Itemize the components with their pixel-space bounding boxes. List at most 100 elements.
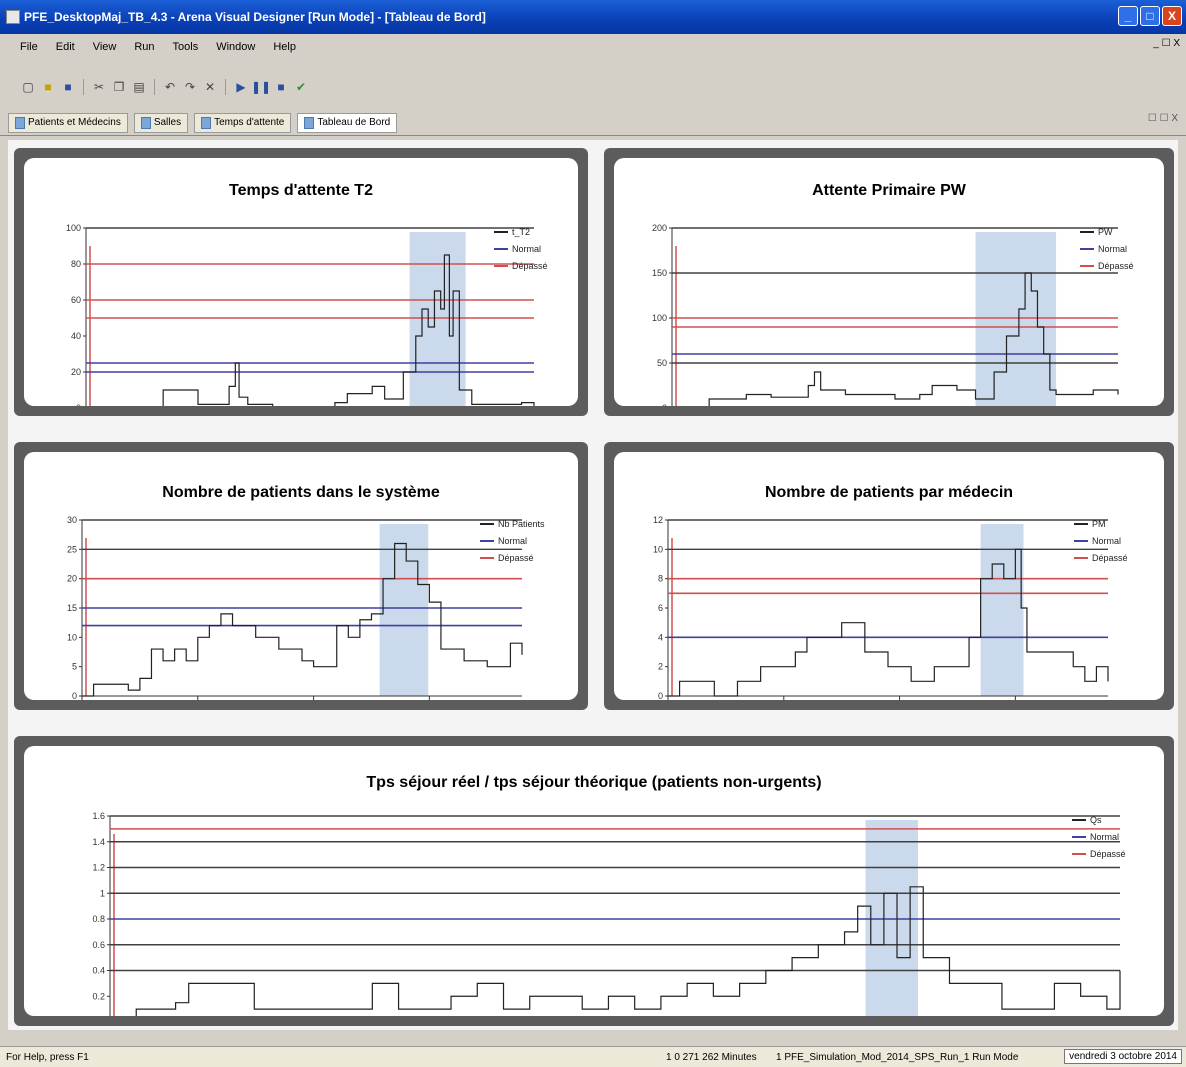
y-tick-label: 0 xyxy=(72,691,77,700)
y-tick-label: 30 xyxy=(67,515,77,525)
delete-icon[interactable]: ✕ xyxy=(202,79,218,95)
legend-label: Nb Patients xyxy=(498,519,545,529)
y-tick-label: 0 xyxy=(662,403,667,406)
window-controls: _ □ X xyxy=(1118,6,1182,26)
y-tick-label: 0.8 xyxy=(92,914,105,924)
maximize-button[interactable]: □ xyxy=(1140,6,1160,26)
check-icon[interactable]: ✔ xyxy=(293,79,309,95)
y-tick-label: 50 xyxy=(657,358,667,368)
chart-panel-temps-attente-t2: Temps d'attente T2 020406080100010002000… xyxy=(14,148,588,416)
toolbar-separator xyxy=(225,79,226,95)
y-tick-label: 0 xyxy=(658,691,663,700)
series-line xyxy=(668,548,1109,697)
y-tick-label: 0.4 xyxy=(92,966,105,976)
toolbar-separator xyxy=(83,79,84,95)
legend-label: PW xyxy=(1098,227,1113,237)
highlight-band xyxy=(409,232,466,406)
y-tick-label: 8 xyxy=(658,574,663,584)
toolbar: ▢ ■ ■ ✂ ❐ ▤ ↶ ↷ ✕ ▶ ❚❚ ■ ✔ xyxy=(0,74,1186,100)
menu-file[interactable]: File xyxy=(20,41,38,53)
dashboard-workspace: Temps d'attente T2 020406080100010002000… xyxy=(8,140,1178,1030)
window-title: PFE_DesktopMaj_TB_4.3 - Arena Visual Des… xyxy=(24,10,486,24)
tab-temps-attente[interactable]: Temps d'attente xyxy=(194,112,292,133)
y-tick-label: 12 xyxy=(653,515,663,525)
menu-window[interactable]: Window xyxy=(216,41,255,53)
menu-tools[interactable]: Tools xyxy=(173,41,199,53)
y-tick-label: 0.6 xyxy=(92,940,105,950)
legend-label: Dépassé xyxy=(498,553,534,563)
menu-view[interactable]: View xyxy=(93,41,117,53)
y-tick-label: 1.6 xyxy=(92,811,105,821)
stop-icon[interactable]: ■ xyxy=(273,79,289,95)
line-chart: 0501001502000100020003000Temps (minutes)… xyxy=(652,223,1134,406)
legend-label: Normal xyxy=(498,536,527,546)
y-tick-label: 20 xyxy=(71,367,81,377)
y-tick-label: 1 xyxy=(100,888,105,898)
menu-bar: File Edit View Run Tools Window Help xyxy=(0,36,1186,58)
minimize-button[interactable]: _ xyxy=(1118,6,1138,26)
series-line xyxy=(162,254,535,406)
tab-tableau-de-bord[interactable]: Tableau de Bord xyxy=(297,112,398,133)
chart-card: Tps séjour réel / tps séjour théorique (… xyxy=(24,746,1164,1016)
chart-card: Temps d'attente T2 020406080100010002000… xyxy=(24,158,578,406)
y-tick-label: 60 xyxy=(71,295,81,305)
menu-run[interactable]: Run xyxy=(134,41,154,53)
legend-label: t_T2 xyxy=(512,227,530,237)
tab-label: Tableau de Bord xyxy=(317,117,391,128)
line-chart: 00.20.40.60.811.21.41.60100020003000Temp… xyxy=(92,811,1126,1016)
y-tick-label: 1.2 xyxy=(92,863,105,873)
highlight-band xyxy=(975,232,1057,406)
y-tick-label: 6 xyxy=(658,603,663,613)
app-icon xyxy=(6,10,20,24)
save-icon[interactable]: ■ xyxy=(60,79,76,95)
y-tick-label: 200 xyxy=(652,223,667,233)
document-icon xyxy=(140,116,151,129)
tab-patients-medecins[interactable]: Patients et Médecins xyxy=(8,112,128,133)
cut-icon[interactable]: ✂ xyxy=(91,79,107,95)
y-tick-label: 1.4 xyxy=(92,837,105,847)
line-chart: 0204060801000100020003000Temps (minutes)… xyxy=(66,223,548,406)
play-icon[interactable]: ▶ xyxy=(233,79,249,95)
y-tick-label: 2 xyxy=(658,662,663,672)
open-icon[interactable]: ■ xyxy=(40,79,56,95)
legend-label: Dépassé xyxy=(1090,849,1126,859)
paste-icon[interactable]: ▤ xyxy=(131,79,147,95)
pause-icon[interactable]: ❚❚ xyxy=(251,79,271,95)
document-icon xyxy=(15,116,25,129)
status-file: 1 PFE_Simulation_Mod_2014_SPS_Run_1 Run … xyxy=(776,1051,1019,1063)
chart-panel-attente-primaire-pw: Attente Primaire PW 05010015020001000200… xyxy=(604,148,1174,416)
y-tick-label: 0 xyxy=(76,403,81,406)
legend-label: Qs xyxy=(1090,815,1102,825)
copy-icon[interactable]: ❐ xyxy=(111,79,127,95)
y-tick-label: 100 xyxy=(66,223,81,233)
menu-edit[interactable]: Edit xyxy=(56,41,75,53)
y-tick-label: 5 xyxy=(72,662,77,672)
legend-label: Dépassé xyxy=(1092,553,1128,563)
legend-label: Dépassé xyxy=(1098,261,1134,271)
legend-label: Normal xyxy=(1098,244,1127,254)
status-help: For Help, press F1 xyxy=(6,1051,89,1063)
chart-card: Attente Primaire PW 05010015020001000200… xyxy=(614,158,1164,406)
chart-card: Nombre de patients par médecin 0 2 4 6 8 10 12… xyxy=(614,452,1164,700)
tab-bar: Patients et Médecins Salles Temps d'atte… xyxy=(0,110,1186,136)
new-icon[interactable]: ▢ xyxy=(20,79,36,95)
redo-icon[interactable]: ↷ xyxy=(182,79,198,95)
y-tick-label: 25 xyxy=(67,544,77,554)
close-button[interactable]: X xyxy=(1162,6,1182,26)
y-tick-label: 150 xyxy=(652,268,667,278)
y-tick-label: 10 xyxy=(67,632,77,642)
undo-icon[interactable]: ↶ xyxy=(162,79,178,95)
tab-label: Temps d'attente xyxy=(214,117,285,128)
document-icon xyxy=(304,116,315,129)
menu-help[interactable]: Help xyxy=(273,41,296,53)
line-chart: 0246810120100020003000Temps (minutes)PMN… xyxy=(653,515,1128,700)
legend-label: Dépassé xyxy=(512,261,548,271)
chart-panel-nombre-patients-systeme: Nombre de patients dans le système 0 5 10 1… xyxy=(14,442,588,710)
chart-panel-nombre-patients-medecin: Nombre de patients par médecin 0 2 4 6 8 10 12… xyxy=(604,442,1174,710)
mdi-controls[interactable]: _ ☐ X xyxy=(1153,38,1180,49)
y-tick-label: 80 xyxy=(71,259,81,269)
tab-salles[interactable]: Salles xyxy=(133,112,189,133)
y-tick-label: 0.2 xyxy=(92,991,105,1001)
tab-window-controls[interactable]: ☐ ☐ X xyxy=(1148,113,1178,124)
y-tick-label: 40 xyxy=(71,331,81,341)
